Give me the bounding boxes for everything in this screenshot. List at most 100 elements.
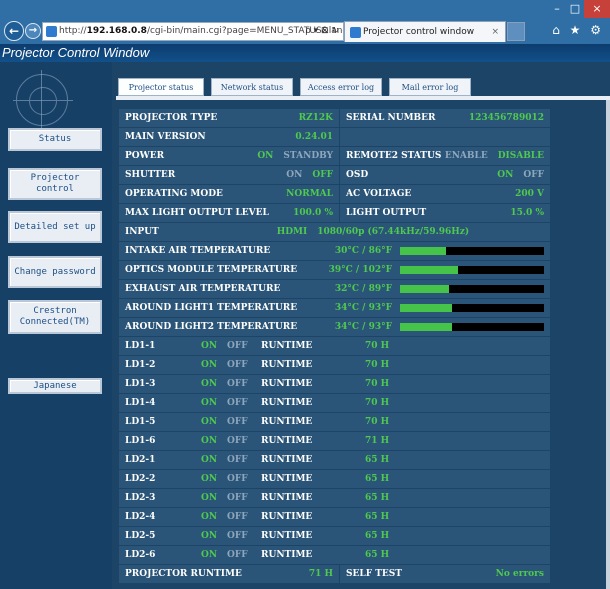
temperature-bar-fill xyxy=(400,322,452,331)
ld-runtime-value: 65 H xyxy=(365,455,390,465)
ld-name: LD2-6 xyxy=(125,550,156,560)
address-tools[interactable]: ρ ▾ ⊠ ↻ xyxy=(305,23,339,40)
temperature-value: 34°C / 93°F xyxy=(334,322,392,332)
max-light-label: MAX LIGHT OUTPUT LEVEL xyxy=(125,208,269,218)
table-row: LD1-2 ON OFF RUNTIME 70 H xyxy=(118,355,551,375)
temperature-bar-fill xyxy=(400,246,447,255)
status-cell: INPUT HDMI 1080/60p (67.44kHz/59.96Hz) xyxy=(118,222,551,242)
ld-cell: LD1-3 ON OFF RUNTIME 70 H xyxy=(118,374,551,394)
ld-runtime-value: 70 H xyxy=(365,341,390,351)
shutter-label: SHUTTER xyxy=(125,170,176,180)
table-row: MAX LIGHT OUTPUT LEVEL 100.0 % LIGHT OUTP… xyxy=(118,203,551,223)
tab-network-status[interactable]: Network status xyxy=(211,78,293,96)
forward-button[interactable]: → xyxy=(25,23,41,39)
ld-off: OFF xyxy=(227,493,248,503)
temperature-bar-fill xyxy=(400,303,452,312)
table-row: PROJECTOR TYPE RZ12K SERIAL NUMBER 1234567… xyxy=(118,108,551,128)
ld-runtime-value: 71 H xyxy=(365,436,390,446)
table-row: AROUND LIGHT2 TEMPERATURE 34°C / 93°F xyxy=(118,317,551,337)
ld-on: ON xyxy=(201,379,218,389)
status-table: PROJECTOR TYPE RZ12K SERIAL NUMBER 1234567… xyxy=(118,108,551,584)
tab-projector-status[interactable]: Projector status xyxy=(118,78,204,96)
ld-on: ON xyxy=(201,512,218,522)
ld-off: OFF xyxy=(227,474,248,484)
temperature-value: 30°C / 86°F xyxy=(334,246,392,256)
close-window-icon[interactable]: × xyxy=(584,0,610,18)
ld-runtime-value: 70 H xyxy=(365,417,390,427)
power-label: POWER xyxy=(125,151,165,161)
table-row: OPERATING MODE NORMAL AC VOLTAGE 200 V xyxy=(118,184,551,204)
nav-status-button[interactable]: Status xyxy=(8,128,102,151)
main-version-label: MAIN VERSION xyxy=(125,132,206,142)
scrollbar[interactable] xyxy=(606,100,610,589)
ld-off: OFF xyxy=(227,531,248,541)
ld-runtime-label: RUNTIME xyxy=(261,531,313,541)
status-cell: AC VOLTAGE 200 V xyxy=(339,184,551,204)
url-prefix: http:// xyxy=(59,26,87,36)
table-row: LD1-1 ON OFF RUNTIME 70 H xyxy=(118,336,551,356)
status-cell: SELF TEST No errors xyxy=(339,564,551,584)
ld-cell: LD1-5 ON OFF RUNTIME 70 H xyxy=(118,412,551,432)
ld-runtime-label: RUNTIME xyxy=(261,455,313,465)
browser-tools-icons[interactable]: ⌂ ★ ⚙ xyxy=(552,23,604,37)
input-signal: 1080/60p (67.44kHz/59.96Hz) xyxy=(317,227,470,237)
ld-on: ON xyxy=(201,341,218,351)
operating-mode-value: NORMAL xyxy=(286,189,333,199)
tab-mail-error-log[interactable]: Mail error log xyxy=(389,78,471,96)
nav-japanese-button[interactable]: Japanese xyxy=(8,378,102,394)
nav-projector-control-button[interactable]: Projector control xyxy=(8,168,102,200)
nav-change-password-button[interactable]: Change password xyxy=(8,256,102,288)
new-tab-button[interactable] xyxy=(507,22,525,41)
power-standby: STANDBY xyxy=(283,151,333,161)
ld-runtime-label: RUNTIME xyxy=(261,512,313,522)
projector-type-label: PROJECTOR TYPE xyxy=(125,113,218,123)
maximize-icon[interactable]: □ xyxy=(566,0,584,18)
input-label: INPUT xyxy=(125,227,159,237)
url-host: 192.168.0.8 xyxy=(86,26,147,36)
table-row: SHUTTER ON OFF OSD ON OFF xyxy=(118,165,551,185)
ld-cell: LD1-4 ON OFF RUNTIME 70 H xyxy=(118,393,551,413)
temperature-bar xyxy=(400,322,544,331)
back-button[interactable]: ← xyxy=(4,21,24,41)
ld-on: ON xyxy=(201,398,218,408)
nav-detailed-setup-button[interactable]: Detailed set up xyxy=(8,211,102,243)
ld-on: ON xyxy=(201,455,218,465)
minimize-icon[interactable]: – xyxy=(548,0,566,18)
ld-on: ON xyxy=(201,436,218,446)
operating-mode-label: OPERATING MODE xyxy=(125,189,223,199)
page-icon xyxy=(46,26,57,37)
main-panel: Projector status Network status Access e… xyxy=(112,62,610,589)
tab-page-icon xyxy=(350,27,361,38)
ld-runtime-value: 70 H xyxy=(365,398,390,408)
ld-runtime-label: RUNTIME xyxy=(261,550,313,560)
browser-chrome: – □ × ← → http://192.168.0.8/cgi-bin/mai… xyxy=(0,0,610,44)
tab-close-icon[interactable]: × xyxy=(491,22,499,42)
ld-runtime-value: 70 H xyxy=(365,379,390,389)
ld-name: LD2-3 xyxy=(125,493,156,503)
nav-crestron-button[interactable]: Crestron Connected(TM) xyxy=(8,300,102,334)
light-output-label: LIGHT OUTPUT xyxy=(346,208,427,218)
main-version-value: 0.24.01 xyxy=(295,132,333,142)
ld-runtime-value: 65 H xyxy=(365,531,390,541)
max-light-value: 100.0 % xyxy=(293,208,333,218)
self-test-label: SELF TEST xyxy=(346,569,402,579)
ld-runtime-label: RUNTIME xyxy=(261,379,313,389)
projector-runtime-label: PROJECTOR RUNTIME xyxy=(125,569,242,579)
table-row: LD2-4 ON OFF RUNTIME 65 H xyxy=(118,507,551,527)
ld-name: LD2-4 xyxy=(125,512,156,522)
status-cell: OPERATING MODE NORMAL xyxy=(118,184,340,204)
browser-tab[interactable]: Projector control window × xyxy=(344,21,506,42)
tab-access-error-log[interactable]: Access error log xyxy=(300,78,382,96)
ld-on: ON xyxy=(201,360,218,370)
projector-runtime-value: 71 H xyxy=(308,569,333,579)
address-bar[interactable]: http://192.168.0.8/cgi-bin/main.cgi?page… xyxy=(42,22,344,41)
table-row: LD1-6 ON OFF RUNTIME 71 H xyxy=(118,431,551,451)
temperature-readout: 32°C / 89°F xyxy=(328,284,544,294)
ld-runtime-label: RUNTIME xyxy=(261,398,313,408)
ld-runtime-value: 65 H xyxy=(365,474,390,484)
table-row: LD2-6 ON OFF RUNTIME 65 H xyxy=(118,545,551,565)
ld-name: LD1-4 xyxy=(125,398,156,408)
ld-name: LD1-5 xyxy=(125,417,156,427)
temperature-readout: 39°C / 102°F xyxy=(328,265,544,275)
ld-on: ON xyxy=(201,531,218,541)
